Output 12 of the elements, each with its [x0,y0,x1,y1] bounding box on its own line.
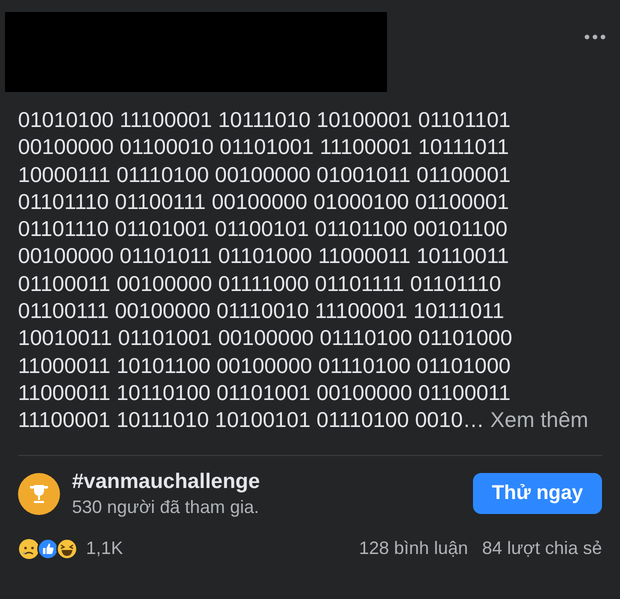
see-more-link[interactable]: Xem thêm [490,408,588,432]
post-text: 01010100 11100001 10111010 10100001 01101101 00100000 01100010 01101001 11100001 10111011 10000111 01110100 00100000 01001011 01100001 01101110 01100111 00100000 01000100 01100001 01101110 01101001 01100101 01101100 00101100 00100000 01101011 01101000 11000011 10110011 01100011 00100000 01111000 01101111 01101110 01100111 00100000 01110010 11100001 10111011 10010011 01101001 00100000 01110100 01101000 11000011 10101100 00100000 01110100 01101000 11000011 10110100 01101001 00100000 01100011 11100001 10111010 10100101 01110100 0010… Xem thêm [18,107,590,434]
challenge-hashtag[interactable]: #vanmauchallenge [72,470,461,494]
sad-emoji-icon [18,538,40,560]
laughing-emoji-icon [56,538,78,560]
trophy-icon [18,472,60,515]
more-options-icon[interactable] [584,34,606,40]
participants-count: 530 người đã tham gia. [72,496,260,518]
share-count[interactable]: 84 lượt chia sẻ [482,538,602,560]
comment-count[interactable]: 128 bình luận [358,538,468,560]
reaction-count[interactable]: 1,1K [86,538,345,560]
like-icon [37,538,59,560]
